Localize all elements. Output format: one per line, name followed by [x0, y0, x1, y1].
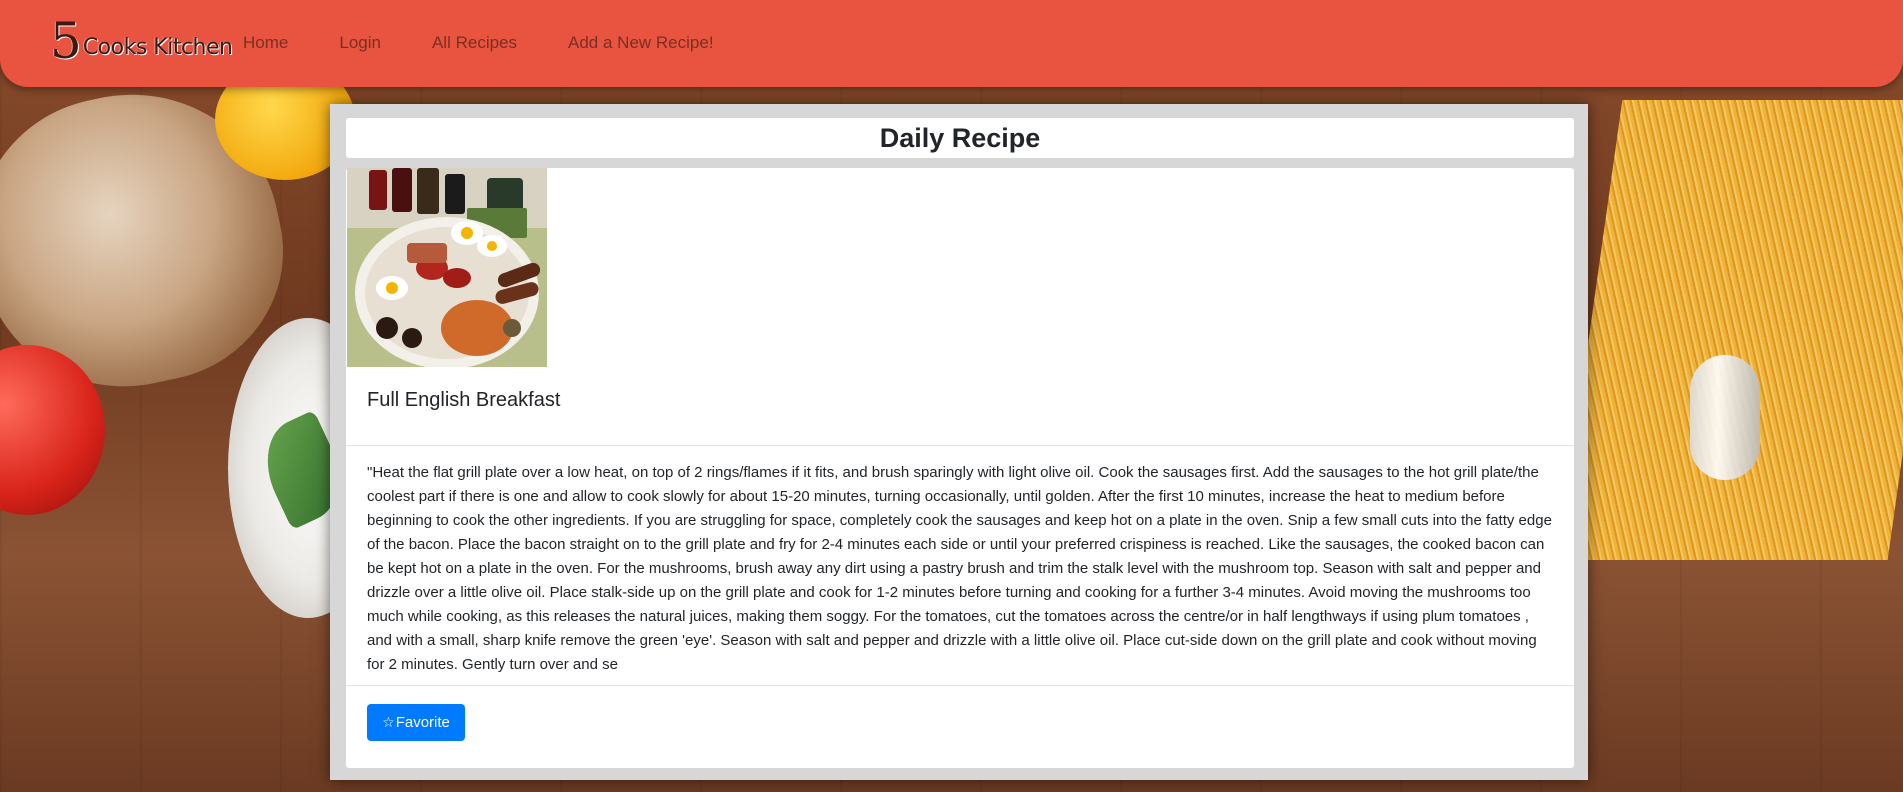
spaghetti-decoration — [1557, 100, 1903, 560]
favorite-button[interactable]: ☆ Favorite — [367, 704, 465, 741]
recipe-name: Full English Breakfast — [367, 389, 561, 411]
recipe-image — [347, 168, 547, 367]
nav-item-login[interactable]: Login — [339, 33, 381, 53]
brand-number: 5 — [50, 12, 82, 70]
star-icon: ☆ — [382, 714, 395, 731]
nav-links: Home Login All Recipes Add a New Recipe! — [243, 33, 765, 53]
nav-item-home[interactable]: Home — [243, 33, 288, 53]
jar-decoration — [1690, 355, 1760, 480]
card-divider — [346, 685, 1574, 686]
nav-item-all-recipes[interactable]: All Recipes — [432, 33, 517, 53]
card-divider — [346, 445, 1574, 446]
brand-name: Cooks Kitchen — [82, 35, 233, 60]
page-title-bar: Daily Recipe — [346, 118, 1574, 158]
recipe-card: Full English Breakfast "Heat the flat gr… — [346, 168, 1574, 768]
brand-logo[interactable]: 5 Cooks Kitchen — [50, 12, 233, 70]
recipe-description: "Heat the flat grill plate over a low he… — [367, 464, 1552, 673]
nav-item-add-recipe[interactable]: Add a New Recipe! — [568, 33, 714, 53]
breakfast-photo-icon — [347, 168, 547, 367]
navbar: 5 Cooks Kitchen Home Login All Recipes A… — [0, 0, 1903, 87]
main-container: Daily Recipe Full English Breakfast "Hea… — [330, 104, 1588, 780]
page-title: Daily Recipe — [879, 122, 1041, 153]
favorite-label: Favorite — [395, 714, 450, 731]
